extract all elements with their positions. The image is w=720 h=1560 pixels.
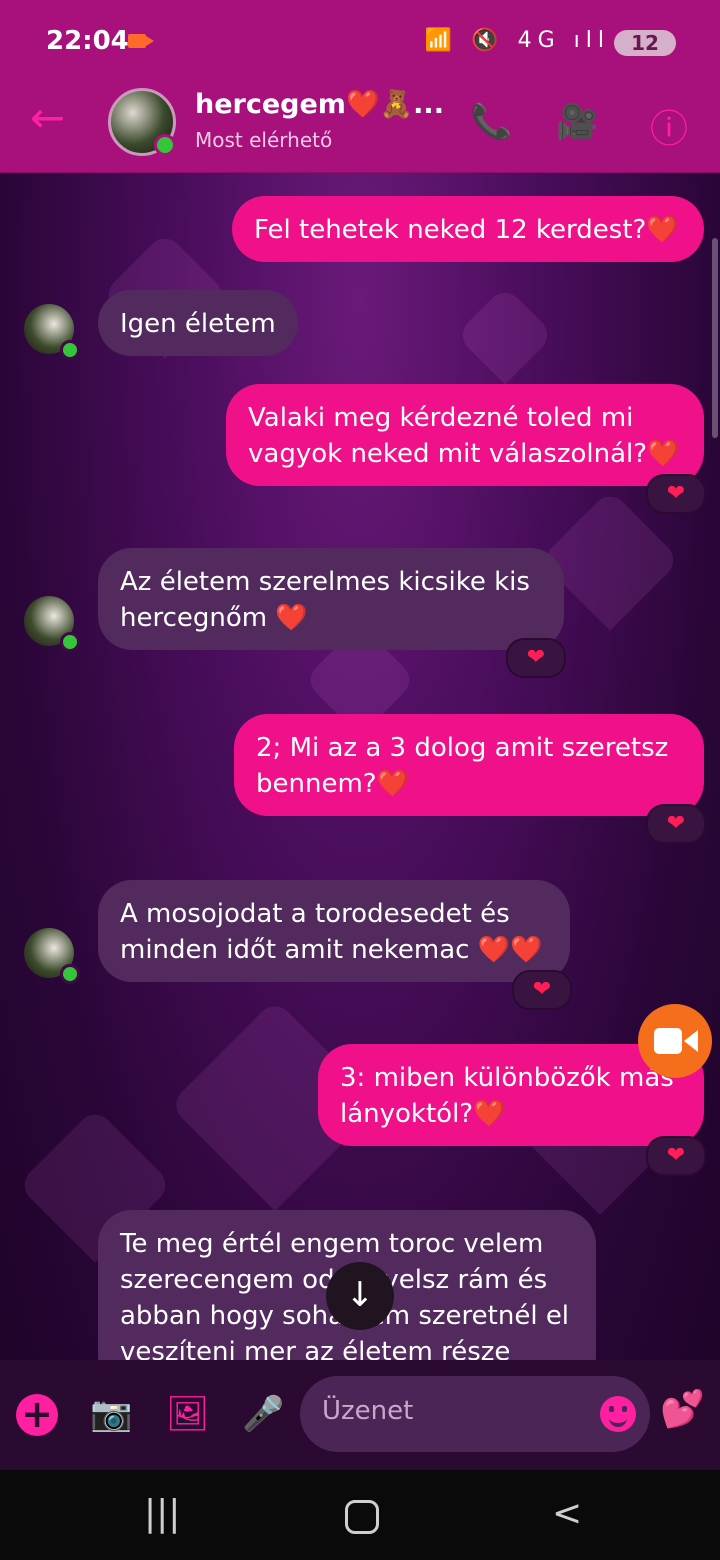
contact-status: Most elérhető [195,128,333,152]
status-icons: 📶 🔇 4G ıll [424,28,610,53]
message-placeholder: Üzenet [322,1396,414,1426]
plus-icon[interactable]: + [16,1394,58,1436]
contact-name[interactable]: hercegem❤️🧸... [195,88,444,120]
battery-indicator: 12 [614,30,676,56]
back-arrow-icon[interactable]: ← [30,97,65,139]
video-call-icon[interactable]: 🎥 [556,102,598,142]
microphone-icon[interactable]: 🎤 [242,1394,284,1434]
heart-reaction-icon[interactable]: ❤ [512,970,572,1010]
emoji-icon[interactable] [600,1396,636,1432]
camera-icon[interactable]: 📷 [90,1394,132,1434]
home-icon[interactable] [345,1500,379,1534]
messenger-screen: 22:04 📶 🔇 4G ıll 12 ← hercegem❤️🧸... Mos… [0,0,720,1560]
message-outgoing[interactable]: 2; Mi az a 3 dolog amit szeretsz bennem?… [234,714,704,816]
message-incoming[interactable]: Igen életem [98,290,298,356]
scrollbar[interactable] [712,238,718,438]
hearts-like-icon[interactable]: 💕 [660,1388,705,1430]
phone-icon[interactable]: 📞 [470,102,512,142]
gallery-icon[interactable]: 🖼 [166,1394,209,1434]
online-indicator [60,964,80,984]
online-indicator [154,134,176,156]
heart-reaction-icon[interactable]: ❤ [646,1136,706,1176]
online-indicator [60,340,80,360]
nav-back-icon[interactable]: < [552,1494,582,1534]
message-outgoing[interactable]: Valaki meg kérdezné toled mi vagyok neke… [226,384,704,486]
scroll-down-button[interactable]: ↓ [326,1262,394,1330]
system-nav-bar: ||| < [0,1470,720,1560]
chat-header: ← hercegem❤️🧸... Most elérhető 📞 🎥 ⓘ [0,84,720,173]
video-camera-icon [654,1028,698,1054]
composer-bar: + 📷 🖼 🎤 Üzenet 💕 [0,1360,720,1470]
message-input[interactable]: Üzenet [300,1376,650,1452]
message-incoming[interactable]: A mosojodat a torodesedet és minden időt… [98,880,570,982]
message-outgoing[interactable]: Fel tehetek neked 12 kerdest?❤️ [232,196,704,262]
message-list[interactable]: Fel tehetek neked 12 kerdest?❤️ Igen éle… [0,172,720,1360]
screen-record-icon [128,34,154,48]
clock: 22:04 [46,26,129,56]
online-indicator [60,632,80,652]
heart-reaction-icon[interactable]: ❤ [506,638,566,678]
video-chat-floating-button[interactable] [638,1004,712,1078]
heart-reaction-icon[interactable]: ❤ [646,474,706,514]
message-incoming[interactable]: Az életem szerelmes kicsike kis hercegnő… [98,548,564,650]
info-icon[interactable]: ⓘ [650,98,688,153]
status-bar: 22:04 📶 🔇 4G ıll 12 [0,0,720,84]
recents-icon[interactable]: ||| [144,1494,180,1534]
heart-reaction-icon[interactable]: ❤ [646,804,706,844]
